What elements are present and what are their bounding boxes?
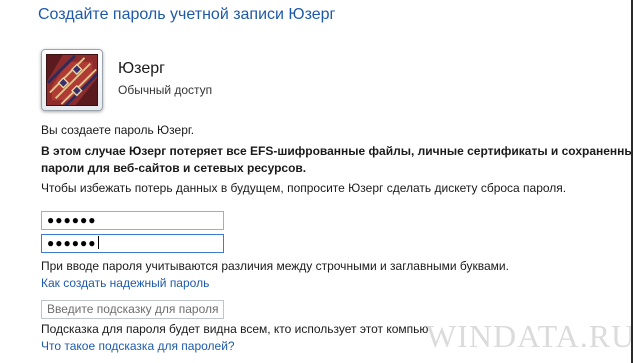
warning-text-line-1: В этом случае Юзерг потеряет все EFS-шиф… bbox=[41, 144, 633, 158]
text-caret bbox=[97, 236, 99, 249]
watermark: WINDATA.RU bbox=[426, 318, 633, 354]
user-avatar bbox=[41, 49, 103, 111]
new-password-input[interactable]: ●●●●●● bbox=[41, 211, 224, 230]
strong-password-link[interactable]: Как создать надежный пароль bbox=[41, 276, 209, 290]
user-picture-carpet-icon bbox=[46, 54, 98, 106]
warning-text-line-2: пароли для веб-сайтов и сетевых ресурсов… bbox=[41, 161, 307, 175]
confirm-password-input[interactable]: ●●●●●● bbox=[41, 234, 224, 253]
hint-visibility-note: Подсказка для пароля будет видна всем, к… bbox=[41, 322, 429, 336]
account-name: Юзерг bbox=[118, 60, 165, 77]
creating-password-text: Вы создаете пароль Юзерг. bbox=[41, 123, 195, 137]
case-sensitivity-note: При вводе пароля учитываются различия ме… bbox=[41, 259, 509, 273]
reset-disk-advice: Чтобы избежать потерь данных в будущем, … bbox=[41, 181, 567, 195]
password-hint-placeholder: Введите подсказку для пароля bbox=[47, 302, 219, 316]
account-type: Обычный доступ bbox=[118, 83, 213, 97]
confirm-password-value: ●●●●●● bbox=[47, 236, 97, 250]
page-title: Создайте пароль учетной записи Юзерг bbox=[38, 6, 336, 23]
hint-help-link[interactable]: Что такое подсказка для паролей? bbox=[41, 339, 235, 353]
new-password-value: ●●●●●● bbox=[47, 213, 97, 227]
password-hint-input[interactable]: Введите подсказку для пароля bbox=[41, 300, 224, 319]
